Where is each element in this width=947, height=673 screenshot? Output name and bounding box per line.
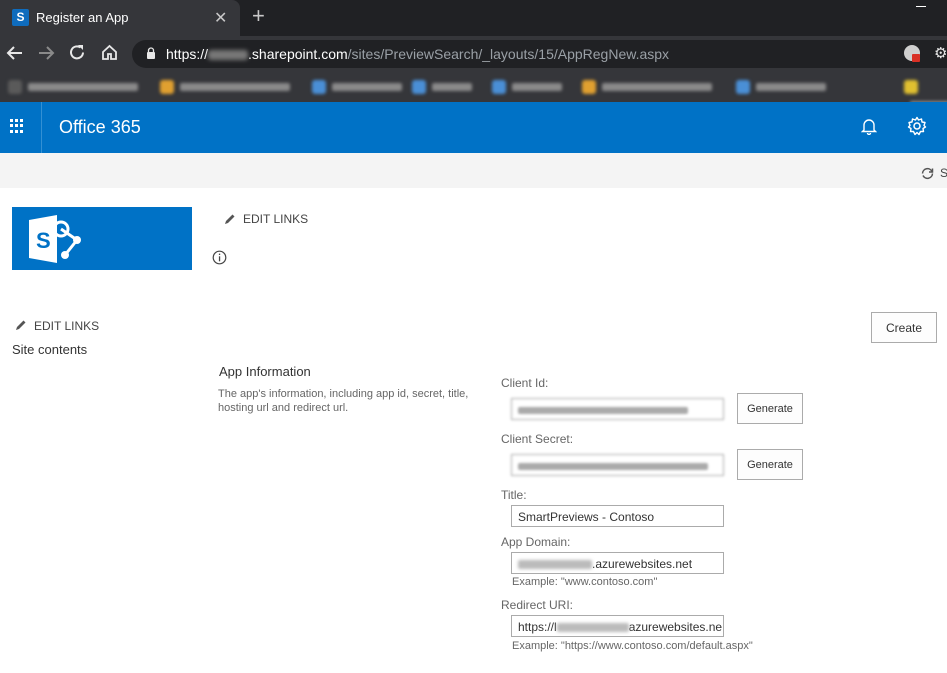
bookmark-item[interactable] (492, 80, 562, 94)
generate-client-id-button[interactable]: Generate (737, 393, 803, 424)
reload-icon[interactable] (68, 43, 87, 62)
title-input[interactable]: SmartPreviews - Contoso (511, 505, 724, 527)
bookmarks-bar (0, 72, 947, 102)
waffle-icon (10, 119, 24, 133)
bookmark-item[interactable] (160, 80, 290, 94)
sharepoint-favicon-icon: S (12, 9, 29, 26)
bookmark-item[interactable] (412, 80, 472, 94)
browser-tab[interactable]: S Register an App ✕ (0, 0, 240, 36)
tab-close-icon[interactable]: ✕ (214, 8, 227, 28)
redirect-uri-example: Example: "https://www.contoso.com/defaul… (512, 640, 753, 652)
lock-icon[interactable] (146, 47, 156, 59)
generate-client-secret-button[interactable]: Generate (737, 449, 803, 480)
bookmark-item[interactable] (8, 80, 138, 94)
browser-tab-strip: S Register an App ✕ + (0, 0, 947, 36)
home-icon[interactable] (100, 43, 119, 62)
ribbon-bar (0, 153, 947, 188)
url-scheme: https:// (166, 46, 209, 62)
extensions-menu-icon[interactable]: ⚙ (934, 44, 947, 62)
bookmark-item[interactable] (736, 80, 826, 94)
sharepoint-logo-icon: S (29, 215, 81, 263)
info-icon[interactable] (212, 250, 227, 265)
app-launcher-button[interactable] (0, 102, 42, 153)
title-label: Title: (501, 488, 527, 502)
edit-links-quick-launch[interactable]: EDIT LINKS (34, 319, 99, 333)
sync-icon[interactable] (920, 166, 935, 181)
new-tab-button[interactable]: + (252, 3, 265, 29)
redirect-redacted (556, 623, 629, 633)
app-domain-redacted (518, 560, 592, 570)
window-minimize-button[interactable] (916, 6, 926, 7)
redirect-uri-label: Redirect URI: (501, 598, 574, 612)
redirect-prefix: https://l (518, 620, 557, 634)
gear-icon[interactable] (907, 116, 927, 136)
bell-icon[interactable] (861, 117, 877, 135)
pencil-icon (225, 214, 235, 224)
section-description: The app's information, including app id,… (218, 388, 469, 414)
app-domain-example: Example: "www.contoso.com" (512, 576, 658, 588)
forward-arrow-icon[interactable] (37, 44, 55, 62)
redirect-uri-input[interactable]: https://l azurewebsites.ne (511, 615, 724, 637)
share-label[interactable]: S (940, 166, 947, 180)
app-domain-suffix: .azurewebsites.net (592, 557, 693, 571)
client-id-label: Client Id: (501, 376, 549, 390)
back-arrow-icon[interactable] (6, 44, 24, 62)
suite-brand[interactable]: Office 365 (59, 117, 141, 138)
create-button[interactable]: Create (871, 312, 937, 343)
client-secret-input[interactable] (511, 454, 724, 476)
app-domain-label: App Domain: (501, 535, 571, 549)
tab-title: Register an App (36, 10, 129, 25)
url-path: /sites/PreviewSearch/_layouts/15/AppRegN… (347, 46, 670, 62)
url-text[interactable]: https:// .sharepoint.com/sites/PreviewSea… (166, 46, 669, 62)
pencil-icon (16, 320, 26, 330)
bookmark-item[interactable] (582, 80, 712, 94)
extension-badge-icon (912, 54, 920, 62)
bookmark-item[interactable] (904, 80, 947, 102)
url-host: .sharepoint.com (248, 46, 348, 62)
client-id-input[interactable] (511, 398, 724, 420)
site-logo[interactable]: S (12, 207, 192, 270)
app-domain-input[interactable]: .azurewebsites.net (511, 552, 724, 574)
svg-text:S: S (36, 228, 51, 253)
bookmark-item[interactable] (312, 80, 402, 94)
client-secret-label: Client Secret: (501, 432, 574, 446)
edit-links-top-nav[interactable]: EDIT LINKS (243, 212, 308, 226)
site-contents-link[interactable]: Site contents (12, 342, 87, 357)
url-redacted (208, 50, 249, 61)
suite-bar: Office 365 (0, 102, 947, 153)
section-title: App Information (219, 364, 311, 379)
redirect-suffix: azurewebsites.ne (628, 620, 723, 634)
